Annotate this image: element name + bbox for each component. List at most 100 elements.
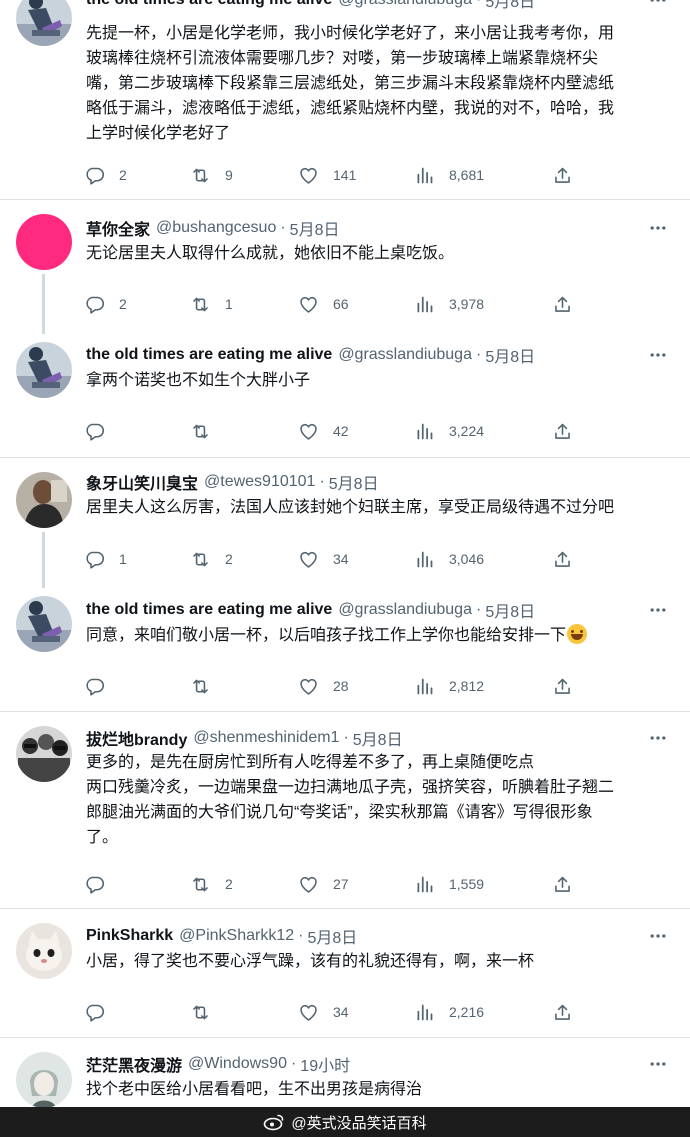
like-button[interactable]: 42 xyxy=(298,419,349,443)
tweet[interactable]: the old times are eating me alive @grass… xyxy=(0,0,690,200)
timestamp[interactable]: 5月8日 xyxy=(307,924,357,948)
reply-button[interactable] xyxy=(84,872,119,896)
avatar[interactable] xyxy=(16,342,72,398)
tweet-text: 更多的，是先在厨房忙到所有人吃得差不多了，再上桌随便吃点 两口残羹冷炙，一边端果… xyxy=(86,754,615,846)
avatar[interactable] xyxy=(16,923,72,979)
retweet-button[interactable] xyxy=(190,419,225,443)
reply-count: 2 xyxy=(119,167,127,183)
views-button[interactable]: 1,559 xyxy=(414,872,484,896)
avatar[interactable] xyxy=(16,472,72,528)
author-name[interactable]: the old times are eating me alive xyxy=(86,346,332,364)
more-icon[interactable] xyxy=(648,345,668,365)
reply-button[interactable] xyxy=(84,674,119,698)
reply-button[interactable] xyxy=(84,1000,119,1024)
reply-button[interactable]: 2 xyxy=(84,163,127,187)
author-handle[interactable]: @tewes910101 xyxy=(204,473,315,491)
author-name[interactable]: 拔烂地brandy xyxy=(86,726,187,750)
like-button[interactable]: 28 xyxy=(298,674,349,698)
tweet[interactable]: 拔烂地brandy @shenmeshinidem1 · 5月8日 更多的，是先… xyxy=(0,712,690,909)
views-button[interactable]: 3,046 xyxy=(414,547,484,571)
timestamp[interactable]: 5月8日 xyxy=(329,470,379,494)
timestamp[interactable]: 5月8日 xyxy=(485,343,535,367)
avatar[interactable] xyxy=(16,726,72,782)
author-name[interactable]: the old times are eating me alive xyxy=(86,601,332,619)
tweet-text: 先提一杯，小居是化学老师，我小时候化学老好了，来小居让我考考你，用 玻璃棒往烧杯… xyxy=(86,25,615,142)
more-icon[interactable] xyxy=(648,600,668,620)
share-button[interactable] xyxy=(552,872,587,896)
retweet-count: 2 xyxy=(225,551,233,567)
retweet-button[interactable]: 1 xyxy=(190,292,233,316)
avatar[interactable] xyxy=(16,1052,72,1108)
author-name[interactable]: 象牙山笑川臭宝 xyxy=(86,470,198,494)
like-count: 27 xyxy=(333,876,349,892)
tweet[interactable]: the old times are eating me alive @grass… xyxy=(0,332,690,458)
views-button[interactable]: 2,812 xyxy=(414,674,484,698)
more-icon[interactable] xyxy=(648,218,668,238)
share-button[interactable] xyxy=(552,163,587,187)
retweet-count: 2 xyxy=(225,876,233,892)
author-handle[interactable]: @Windows90 xyxy=(188,1055,287,1073)
author-handle[interactable]: @shenmeshinidem1 xyxy=(193,729,339,747)
action-bar: 1 2 34 3,046 xyxy=(84,547,594,571)
views-button[interactable]: 2,216 xyxy=(414,1000,484,1024)
retweet-button[interactable]: 9 xyxy=(190,163,233,187)
timestamp[interactable]: 5月8日 xyxy=(485,598,535,622)
share-button[interactable] xyxy=(552,547,587,571)
retweet-button[interactable]: 2 xyxy=(190,547,233,571)
views-count: 3,046 xyxy=(449,551,485,567)
author-handle[interactable]: @PinkSharkk12 xyxy=(179,927,294,945)
retweet-button[interactable] xyxy=(190,1000,225,1024)
reply-button[interactable] xyxy=(84,419,119,443)
author-name[interactable]: 草你全家 xyxy=(86,216,150,240)
author-handle[interactable]: @grasslandiubuga xyxy=(338,346,472,364)
like-icon xyxy=(298,676,319,697)
like-button[interactable]: 34 xyxy=(298,547,349,571)
author-name[interactable]: 茫茫黑夜漫游 xyxy=(86,1052,182,1076)
timestamp[interactable]: 5月8日 xyxy=(485,0,535,12)
retweet-button[interactable] xyxy=(190,674,225,698)
share-icon xyxy=(552,549,573,570)
reply-count: 2 xyxy=(119,296,127,312)
author-handle[interactable]: @bushangcesuo xyxy=(156,219,276,237)
like-count: 66 xyxy=(333,296,349,312)
separator-dot: · xyxy=(280,219,286,236)
views-button[interactable]: 3,978 xyxy=(414,292,484,316)
like-button[interactable]: 141 xyxy=(298,163,356,187)
author-name[interactable]: PinkSharkk xyxy=(86,927,173,945)
tweet[interactable]: the old times are eating me alive @grass… xyxy=(0,586,690,712)
reply-button[interactable]: 2 xyxy=(84,292,127,316)
avatar[interactable] xyxy=(16,214,72,270)
author-handle[interactable]: @grasslandiubuga xyxy=(338,0,472,9)
avatar[interactable] xyxy=(16,596,72,652)
share-button[interactable] xyxy=(552,1000,587,1024)
action-bar: 2 27 1,559 xyxy=(84,872,594,896)
more-icon[interactable] xyxy=(648,728,668,748)
timestamp[interactable]: 19小时 xyxy=(300,1052,350,1076)
tweet[interactable]: PinkSharkk @PinkSharkk12 · 5月8日 小居，得了奖也不… xyxy=(0,909,690,1038)
timestamp[interactable]: 5月8日 xyxy=(353,726,403,750)
more-icon[interactable] xyxy=(648,926,668,946)
reply-button[interactable]: 1 xyxy=(84,547,127,571)
author-handle[interactable]: @grasslandiubuga xyxy=(338,601,472,619)
like-button[interactable]: 34 xyxy=(298,1000,349,1024)
reply-icon xyxy=(84,165,105,186)
like-button[interactable]: 66 xyxy=(298,292,349,316)
tweet[interactable]: 象牙山笑川臭宝 @tewes910101 · 5月8日 居里夫人这么厉害，法国人… xyxy=(0,458,690,588)
share-button[interactable] xyxy=(552,292,587,316)
like-button[interactable]: 27 xyxy=(298,872,349,896)
views-button[interactable]: 8,681 xyxy=(414,163,484,187)
share-button[interactable] xyxy=(552,419,587,443)
timestamp[interactable]: 5月8日 xyxy=(290,216,340,240)
more-icon[interactable] xyxy=(648,0,668,10)
views-button[interactable]: 3,224 xyxy=(414,419,484,443)
more-icon[interactable] xyxy=(648,1054,668,1074)
share-button[interactable] xyxy=(552,674,587,698)
avatar[interactable] xyxy=(16,0,72,46)
author-name[interactable]: the old times are eating me alive xyxy=(86,0,332,9)
retweet-button[interactable]: 2 xyxy=(190,872,233,896)
views-icon xyxy=(414,874,435,895)
action-bar: 42 3,224 xyxy=(84,419,594,443)
tweet[interactable]: 草你全家 @bushangcesuo · 5月8日 无论居里夫人取得什么成就，她… xyxy=(0,200,690,334)
tweet-text-content: 同意，来咱们敬小居一杯，以后咱孩子找工作上学你也能给安排一下 xyxy=(86,627,567,644)
retweet-icon xyxy=(190,549,211,570)
